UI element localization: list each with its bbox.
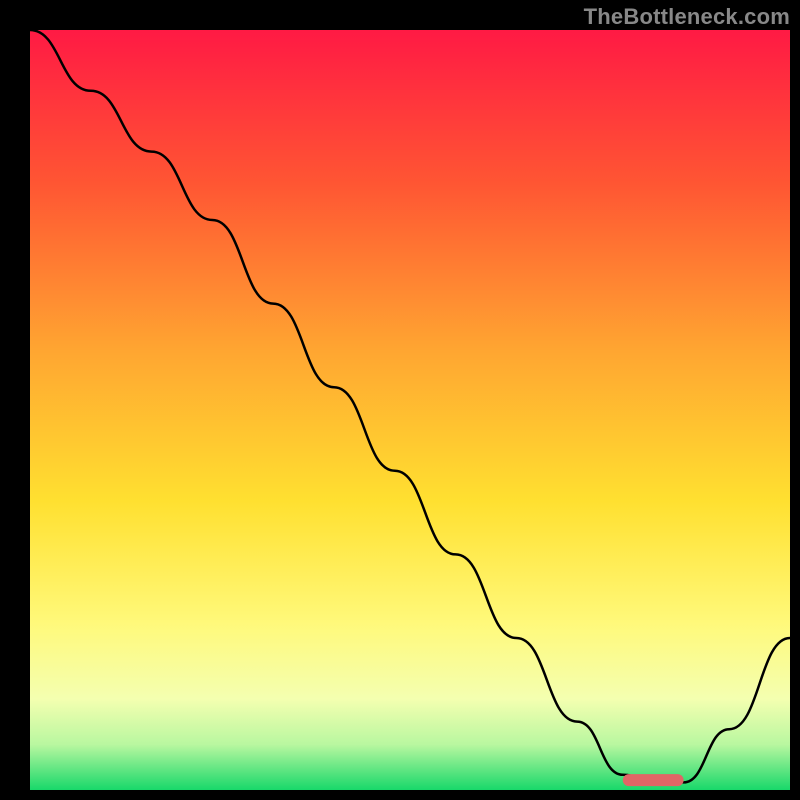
plot-area — [30, 30, 790, 790]
chart-frame: TheBottleneck.com — [0, 0, 800, 800]
optimal-marker — [623, 774, 684, 786]
plot-svg — [30, 30, 790, 790]
gradient-background — [30, 30, 790, 790]
watermark-text: TheBottleneck.com — [584, 4, 790, 30]
